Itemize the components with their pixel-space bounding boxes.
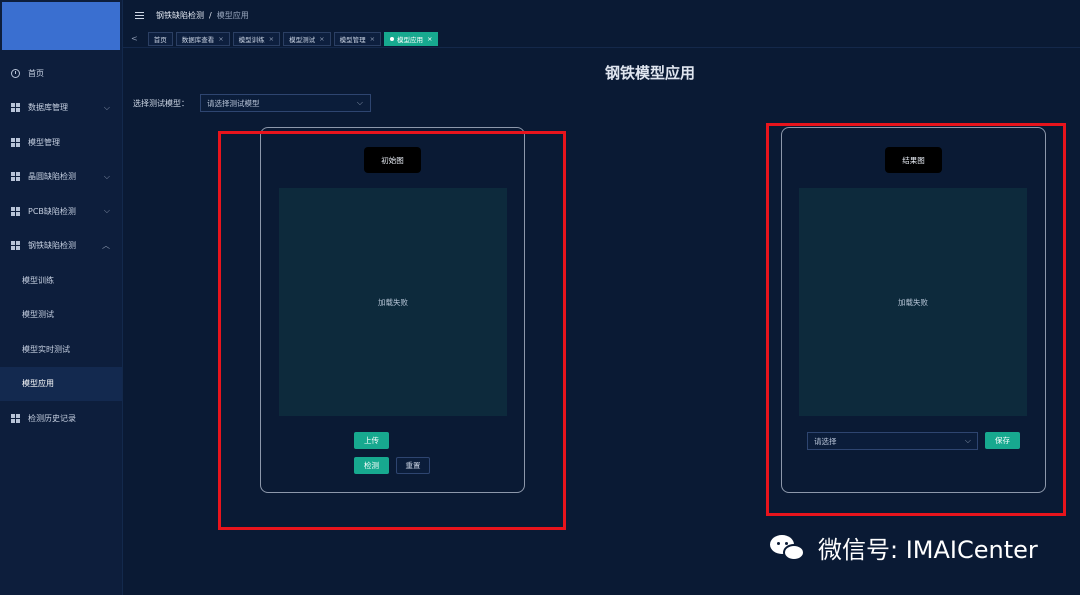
sidebar-item-model-testing[interactable]: 模型测试 [0, 298, 122, 333]
tab-label: 数据库查看 [181, 35, 215, 44]
sidebar-item-model-application[interactable]: 模型应用 [0, 366, 122, 401]
tab-bar: < 首页 数据库查看 × 模型训练 × 模型测试 × 模型管理 × 模型应用 × [123, 30, 1080, 48]
wechat-icon [768, 532, 808, 564]
tab-label: 模型应用 [397, 35, 424, 44]
tab-model-application[interactable]: 模型应用 × [384, 31, 439, 46]
grid-icon [10, 413, 20, 423]
tab-model-training[interactable]: 模型训练 × [232, 31, 281, 46]
breadcrumb-separator: / [209, 10, 212, 20]
watermark-text: 微信号: IMAICenter [818, 536, 1038, 564]
sidebar-item-history[interactable]: 检测历史记录 [0, 401, 122, 436]
sidebar-item-label: 模型实时测试 [22, 344, 70, 354]
sidebar-item-label: 首页 [28, 68, 44, 78]
sidebar-item-label: 模型应用 [22, 379, 54, 389]
model-select-label: 选择测试模型： [133, 99, 189, 108]
sidebar-item-label: 模型训练 [22, 275, 54, 285]
sidebar-item-label: 晶圆缺陷检测 [28, 172, 76, 182]
tab-home[interactable]: 首页 [147, 31, 173, 46]
sidebar-item-label: PCB缺陷检测 [28, 206, 76, 216]
close-icon[interactable]: × [269, 35, 274, 43]
chevron-down-icon: ⌵ [103, 171, 110, 181]
active-dot-icon [390, 36, 395, 41]
sidebar-item-label: 模型测试 [22, 310, 54, 320]
sidebar-item-wafer[interactable]: 晶圆缺陷检测 ⌵ [0, 160, 122, 195]
sidebar-item-label: 数据库管理 [28, 103, 68, 113]
sidebar-item-model-realtime-testing[interactable]: 模型实时测试 [0, 332, 122, 367]
grid-icon [10, 103, 20, 113]
highlight-box-right [766, 123, 1066, 516]
breadcrumb-current: 模型应用 [216, 10, 249, 20]
tab-label: 模型测试 [289, 35, 316, 44]
page-title: 钢铁模型应用 [604, 64, 695, 82]
sidebar-item-label: 模型管理 [28, 137, 60, 147]
logo [2, 2, 120, 50]
breadcrumb-parent[interactable]: 钢铁缺陷检测 [156, 10, 204, 21]
model-select-value: 请选择测试模型 [207, 98, 260, 108]
chevron-down-icon: ⌵ [356, 98, 363, 107]
grid-icon [10, 137, 20, 147]
wechat-watermark: 微信号: IMAICenter [768, 530, 1038, 565]
sidebar-menu: 首页 数据库管理 ⌵ 模型管理 晶圆缺陷检测 ⌵ PCB缺陷检测 ⌵ 钢铁缺陷检… [0, 56, 122, 436]
close-icon[interactable]: × [319, 35, 324, 43]
chevron-up-icon: ︿ [102, 241, 110, 251]
sidebar-item-steel[interactable]: 钢铁缺陷检测 ︿ [0, 229, 122, 264]
top-bar: 钢铁缺陷检测 / 模型应用 [123, 0, 1080, 30]
tab-model-management[interactable]: 模型管理 × [333, 31, 382, 46]
highlight-box-left [218, 131, 566, 530]
chevron-down-icon: ⌵ [103, 102, 110, 112]
sidebar: 首页 数据库管理 ⌵ 模型管理 晶圆缺陷检测 ⌵ PCB缺陷检测 ⌵ 钢铁缺陷检… [0, 0, 123, 595]
close-icon[interactable]: × [427, 35, 432, 43]
sidebar-item-model-management[interactable]: 模型管理 [0, 125, 122, 160]
model-select[interactable]: 请选择测试模型 ⌵ [200, 94, 371, 112]
sidebar-item-label: 检测历史记录 [28, 413, 76, 423]
tab-model-testing[interactable]: 模型测试 × [283, 31, 331, 46]
grid-icon [10, 172, 20, 182]
tab-label: 模型训练 [238, 35, 265, 44]
chevron-down-icon: ⌵ [103, 206, 110, 216]
close-icon[interactable]: × [218, 35, 223, 43]
tab-database-view[interactable]: 数据库查看 × [175, 31, 230, 46]
clock-icon [10, 68, 20, 78]
tab-label: 首页 [153, 35, 167, 44]
sidebar-item-label: 钢铁缺陷检测 [28, 241, 76, 251]
sidebar-item-home[interactable]: 首页 [0, 56, 122, 91]
close-icon[interactable]: × [370, 35, 375, 43]
sidebar-item-database[interactable]: 数据库管理 ⌵ [0, 91, 122, 126]
tab-label: 模型管理 [339, 35, 366, 44]
sidebar-item-pcb[interactable]: PCB缺陷检测 ⌵ [0, 194, 122, 229]
grid-icon [10, 241, 20, 251]
chevron-left-icon[interactable]: < [131, 34, 138, 43]
menu-toggle-icon[interactable] [135, 11, 144, 19]
sidebar-item-model-training[interactable]: 模型训练 [0, 263, 122, 298]
grid-icon [10, 206, 20, 216]
